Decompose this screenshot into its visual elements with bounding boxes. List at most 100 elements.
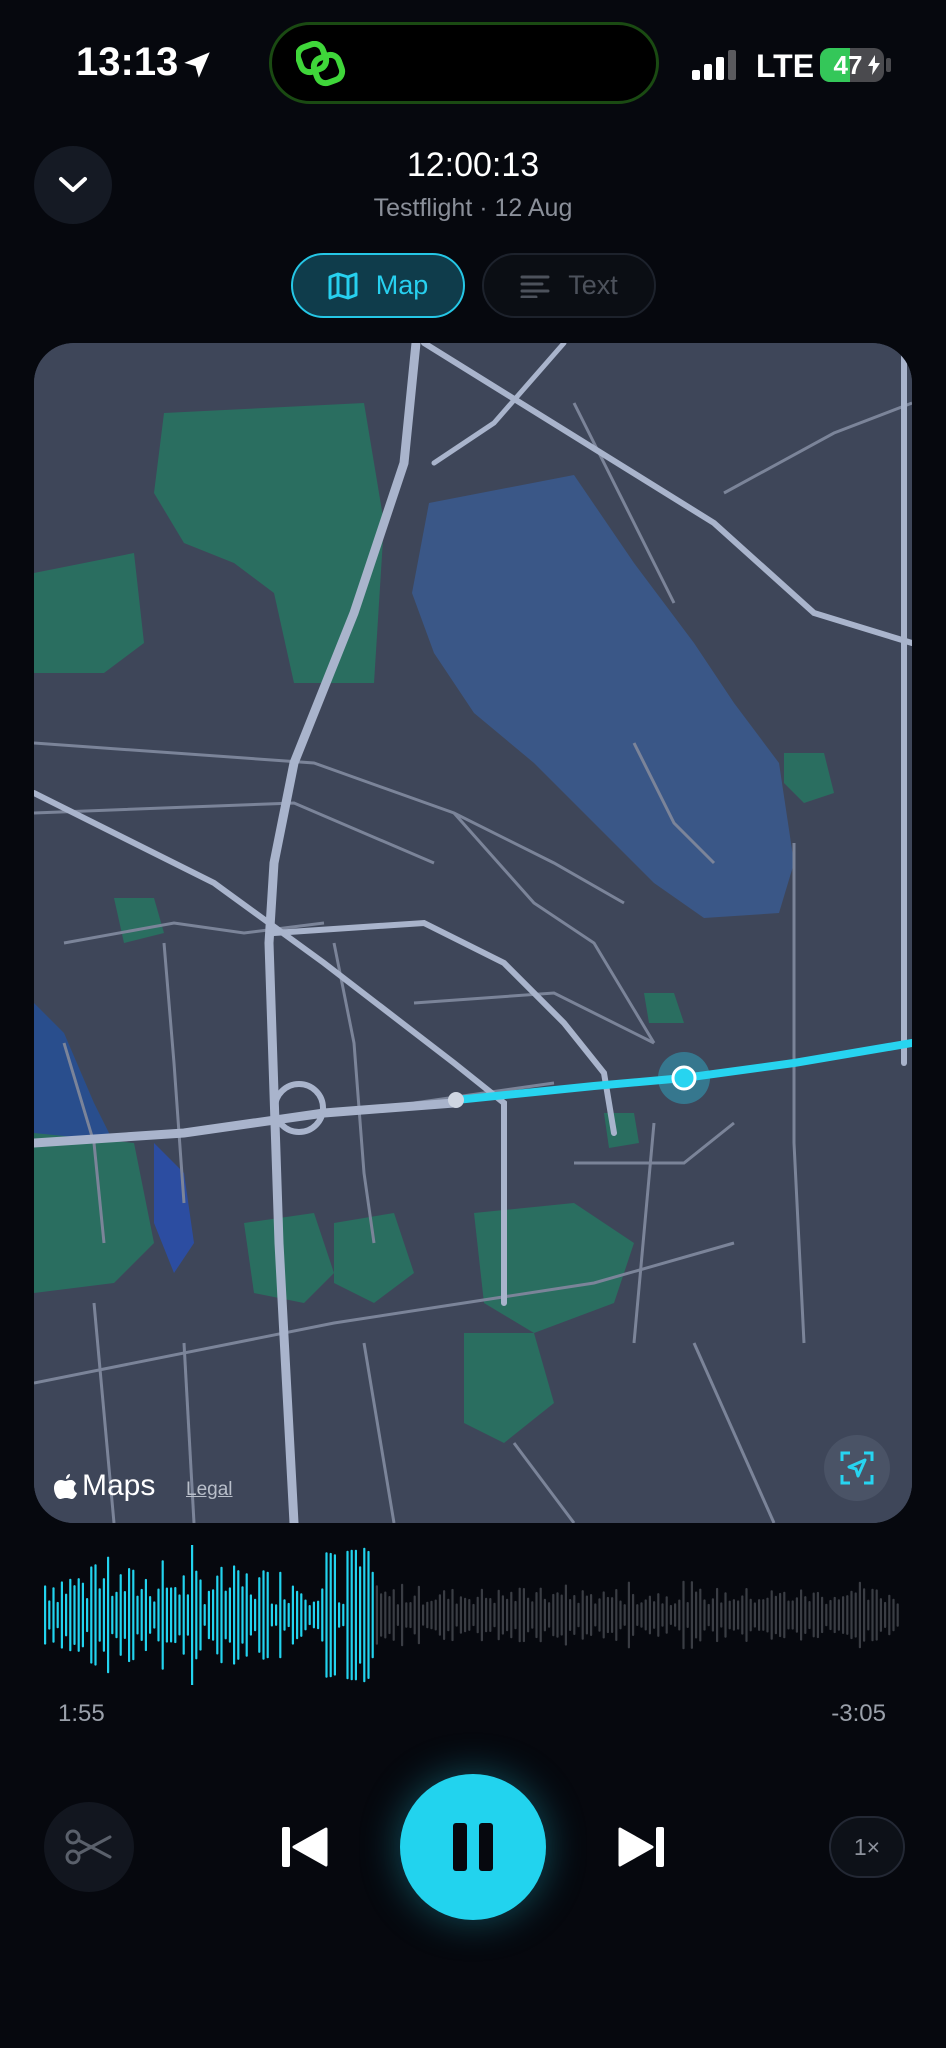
waveform-bar [674,1603,677,1627]
waveform-bar [392,1589,395,1641]
waveform-bar [430,1600,433,1630]
waveform-bar-played [329,1552,332,1678]
waveform-bar-played [258,1577,261,1653]
waveform-bar [854,1592,857,1638]
skip-back-button[interactable] [276,1820,334,1874]
waveform-bar [867,1599,870,1631]
waveform-bar [623,1604,626,1626]
waveform-bar [888,1594,891,1636]
waveform-bar-played [325,1552,328,1678]
waveform-bar-played [296,1590,299,1640]
waveform-bar-played [119,1574,122,1656]
waveform-bar-played [262,1570,265,1660]
waveform-bar-played [174,1587,177,1644]
waveform-bar [564,1584,567,1646]
waveform-bar [741,1595,744,1635]
waveform-bar [581,1590,584,1640]
waveform-bar [745,1588,748,1642]
waveform-bar [896,1603,899,1627]
waveform-bar [657,1593,660,1637]
status-time: 13:13 [76,40,179,84]
waveform-bar [539,1587,542,1643]
waveform-bar-played [182,1575,185,1655]
waveform-bar [665,1596,668,1634]
waveform-bar [514,1600,517,1630]
waveform-bar-played [287,1602,290,1628]
waveform-bar [800,1589,803,1641]
waveform-bar [627,1581,630,1649]
waveform-bar [464,1597,467,1633]
waveform-bar-played [371,1571,374,1659]
waveform-bar-played [86,1598,89,1633]
waveform-bar [787,1600,790,1630]
recording-subtitle: Testflight · 12 Aug [373,194,573,222]
waveform-bar [459,1596,462,1634]
waveform-bar [690,1581,693,1649]
pause-icon [453,1823,493,1871]
waveform-bar [543,1598,546,1632]
waveform-bar-played [249,1594,252,1636]
waveform-bar [795,1597,798,1633]
waveform-bar [489,1598,492,1632]
waveform-bar [577,1602,580,1628]
audio-waveform[interactable] [44,1545,902,1685]
waveform-bar [720,1602,723,1628]
waveform-bar-played [149,1596,152,1634]
waveform-bar [417,1585,420,1645]
waveform-bar [875,1589,878,1641]
apple-icon [54,1474,77,1499]
waveform-bar [602,1591,605,1639]
waveform-bar [770,1590,773,1640]
tab-map[interactable]: Map [291,253,465,318]
recording-title: 12:00:13 [406,146,540,184]
waveform-bar-played [98,1588,101,1642]
map-canvas[interactable] [34,343,912,1523]
waveform-bar [812,1592,815,1638]
waveform-bar [501,1595,504,1635]
pause-button[interactable] [400,1774,546,1920]
waveform-bar-played [224,1590,227,1640]
waveform-bar [434,1599,437,1631]
waveform-bar [451,1588,454,1642]
dynamic-island[interactable] [269,22,659,104]
waveform-bar [808,1601,811,1630]
waveform-bar-played [111,1595,114,1635]
waveform-bar-played [199,1579,202,1651]
skip-forward-button[interactable] [612,1820,670,1874]
waveform-bar [569,1599,572,1631]
app-link-icon [296,41,346,87]
waveform-bar [669,1604,672,1625]
waveform-bar [749,1598,752,1632]
legal-link[interactable]: Legal [186,1479,233,1501]
waveform-bar [783,1591,786,1639]
trim-button[interactable] [44,1802,134,1892]
waveform-bar [447,1598,450,1632]
waveform-bar [858,1581,861,1649]
waveform-bar-played [140,1588,143,1641]
tab-text-label: Text [568,270,618,300]
map-view[interactable]: Maps Legal [34,343,912,1523]
playback-speed-button[interactable]: 1× [829,1816,905,1878]
waveform-bar-played [233,1565,236,1665]
text-lines-icon [520,275,550,298]
waveform-bar-played [275,1604,278,1626]
waveform-bar [472,1603,475,1627]
waveform-bar-played [333,1554,336,1676]
waveform-bar-played [81,1582,84,1648]
waveform-bar-played [350,1549,353,1681]
waveform-bar [518,1587,521,1643]
waveform-bar [493,1602,496,1628]
waveform-bar [438,1594,441,1636]
waveform-bar-played [136,1595,139,1635]
waveform-bar-played [178,1594,181,1636]
waveform-bar [825,1603,828,1627]
waveform-bar-played [241,1586,244,1644]
waveform-bar [833,1596,836,1634]
waveform-bar [619,1600,622,1630]
waveform-bar [716,1587,719,1643]
tab-text[interactable]: Text [482,253,656,318]
waveform-bar-played [228,1587,231,1643]
waveform-bar-played [266,1571,269,1659]
recenter-button[interactable] [824,1435,890,1501]
waveform-bar-played [312,1601,315,1629]
